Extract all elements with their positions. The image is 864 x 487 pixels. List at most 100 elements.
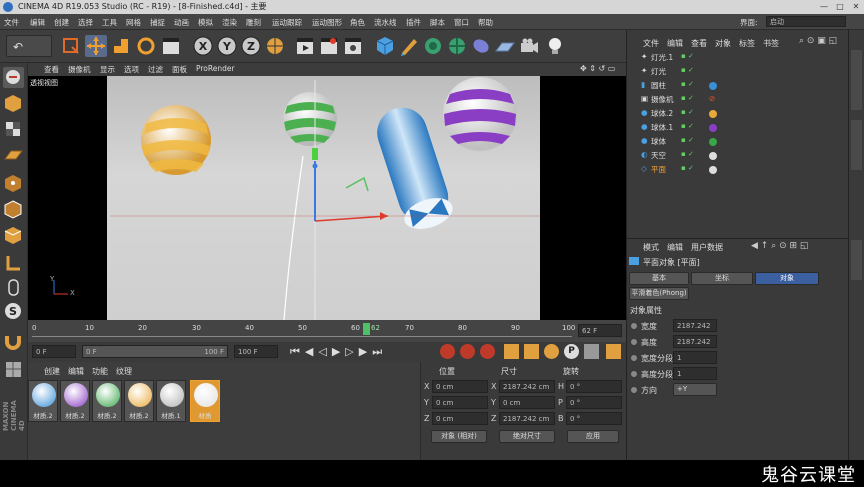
vp-menu-view[interactable]: 查看 (44, 64, 59, 75)
side-tab-content[interactable] (851, 120, 862, 170)
polygons-mode-button[interactable] (3, 225, 24, 246)
x-axis-lock-button[interactable]: X (192, 35, 214, 57)
height-field[interactable]: 2187.242 (673, 335, 717, 348)
layout-select[interactable]: 启动 (766, 16, 846, 27)
anim-dot-icon[interactable] (631, 339, 637, 345)
menu-simulate[interactable]: 模拟 (198, 17, 213, 28)
select-live-button[interactable] (60, 35, 82, 57)
playback-controls[interactable]: ⏮◀◁▶▷▶⏭ (290, 345, 387, 359)
anim-dot-icon[interactable] (631, 355, 637, 361)
visibility-check-icon[interactable]: ▪ ✓ (681, 94, 694, 102)
menu-snap[interactable]: 捕捉 (150, 17, 165, 28)
menu-pipeline[interactable]: 流水线 (374, 17, 397, 28)
object-row[interactable]: ● 球体.2 ▪ ✓ (629, 108, 847, 121)
object-row[interactable]: ◐ 天空 ▪ ✓ (629, 150, 847, 163)
obj-menu-tags[interactable]: 标签 (739, 38, 755, 49)
move-gizmo[interactable] (312, 148, 389, 222)
tab-coordinates[interactable]: 坐标 (691, 272, 753, 285)
visibility-check-icon[interactable]: ▪ ✓ (681, 108, 694, 116)
coord-mode-select[interactable]: 对象 (相对) (431, 430, 487, 443)
anim-dot-icon[interactable] (631, 371, 637, 377)
maximize-icon[interactable]: □ (834, 1, 846, 12)
frame-range-slider[interactable]: 0 F 100 F (82, 345, 228, 358)
material-tag-icon[interactable] (709, 110, 717, 118)
edges-mode-button[interactable] (3, 199, 24, 220)
add-camera-button[interactable] (518, 35, 540, 57)
protection-tag-icon[interactable]: ⊘ (709, 94, 715, 103)
rot-p-field[interactable]: 0 ° (566, 396, 622, 409)
texture-mode-button[interactable] (3, 119, 24, 140)
magnet-button[interactable] (3, 331, 24, 352)
add-floor-button[interactable] (494, 35, 516, 57)
menu-help[interactable]: 帮助 (478, 17, 493, 28)
material-tag-icon[interactable] (709, 124, 717, 132)
playhead-marker[interactable] (363, 323, 370, 335)
tweak-mode-button[interactable] (3, 277, 24, 298)
workplane-mode-button[interactable] (3, 145, 24, 166)
render-to-picture-viewer-button[interactable] (318, 35, 340, 57)
visibility-check-icon[interactable]: ▪ ✓ (681, 52, 694, 60)
render-settings-button[interactable] (342, 35, 364, 57)
width-segments-field[interactable]: 1 (673, 351, 717, 364)
height-segments-field[interactable]: 1 (673, 367, 717, 380)
material-swatch-selected[interactable]: 材质 (190, 380, 220, 422)
tab-basic[interactable]: 基本 (629, 272, 689, 285)
recent-tool-button[interactable] (160, 35, 182, 57)
menu-sculpt[interactable]: 雕刻 (246, 17, 261, 28)
menu-create[interactable]: 创建 (54, 17, 69, 28)
menu-plugins[interactable]: 插件 (406, 17, 421, 28)
object-row[interactable]: ● 球体 ▪ ✓ (629, 136, 847, 149)
object-row[interactable]: ✦ 灯光 ▪ ✓ (629, 66, 847, 79)
anim-dot-icon[interactable] (631, 387, 637, 393)
size-y-field[interactable]: 0 cm (499, 396, 555, 409)
obj-menu-edit[interactable]: 编辑 (667, 38, 683, 49)
keyframe-selection-icon[interactable] (480, 344, 495, 359)
vp-menu-display[interactable]: 显示 (100, 64, 115, 75)
scale-tool-button[interactable] (110, 35, 132, 57)
snap-button[interactable]: S (3, 301, 24, 322)
size-x-field[interactable]: 2187.242 cm (499, 380, 555, 393)
width-field[interactable]: 2187.242 (673, 319, 717, 332)
rotate-tool-button[interactable] (135, 35, 157, 57)
material-swatch[interactable]: 材质.2 (92, 380, 122, 422)
object-row[interactable]: ✦ 灯光.1 ▪ ✓ (629, 52, 847, 65)
close-icon[interactable]: ✕ (850, 1, 862, 12)
minimize-icon[interactable]: — (818, 1, 830, 12)
make-editable-button[interactable] (3, 67, 24, 88)
purple-sphere[interactable] (443, 77, 517, 151)
menu-motion-tracking[interactable]: 运动跟踪 (272, 17, 302, 28)
points-mode-button[interactable] (3, 173, 24, 194)
object-row-selected[interactable]: ◇ 平面 ▪ ✓ (629, 164, 847, 177)
end-frame-field[interactable]: 100 F (234, 345, 278, 358)
menu-animate[interactable]: 动画 (174, 17, 189, 28)
attr-menu-mode[interactable]: 模式 (643, 242, 659, 253)
y-axis-lock-button[interactable]: Y (216, 35, 238, 57)
record-icon[interactable] (440, 344, 455, 359)
menu-tools[interactable]: 工具 (102, 17, 117, 28)
attr-menu-userdata[interactable]: 用户数据 (691, 242, 723, 253)
size-mode-select[interactable]: 绝对尺寸 (499, 430, 555, 443)
mat-menu-function[interactable]: 功能 (92, 366, 108, 377)
visibility-check-icon[interactable]: ▪ ✓ (681, 80, 694, 88)
material-swatch[interactable]: 材质.2 (60, 380, 90, 422)
object-row[interactable]: ▮ 圆柱 ▪ ✓ (629, 80, 847, 93)
menu-mesh[interactable]: 网格 (126, 17, 141, 28)
viewport-nav-icons[interactable]: ✥ ⇕ ↺ ▭ (580, 64, 615, 73)
key-rotation-icon[interactable] (544, 344, 559, 359)
attr-nav-icons[interactable]: ◀ ↑ ⌕ ⊙ ⊞ ◱ (751, 241, 808, 251)
obj-menu-file[interactable]: 文件 (643, 38, 659, 49)
timeline-window-icon[interactable] (606, 344, 621, 359)
vp-menu-prorender[interactable]: ProRender (196, 64, 235, 73)
green-sphere[interactable] (283, 92, 337, 146)
undo-button[interactable]: ↶ (6, 35, 52, 57)
menu-file[interactable]: 文件 (4, 17, 19, 28)
pos-y-field[interactable]: 0 cm (432, 396, 488, 409)
material-swatch[interactable]: 材质.2 (124, 380, 154, 422)
key-pla-icon[interactable] (584, 344, 599, 359)
mat-menu-create[interactable]: 创建 (44, 366, 60, 377)
menu-character[interactable]: 角色 (350, 17, 365, 28)
start-frame-field[interactable]: 0 F (32, 345, 76, 358)
enable-axis-button[interactable] (3, 253, 24, 274)
anim-dot-icon[interactable] (631, 323, 637, 329)
pos-x-field[interactable]: 0 cm (432, 380, 488, 393)
